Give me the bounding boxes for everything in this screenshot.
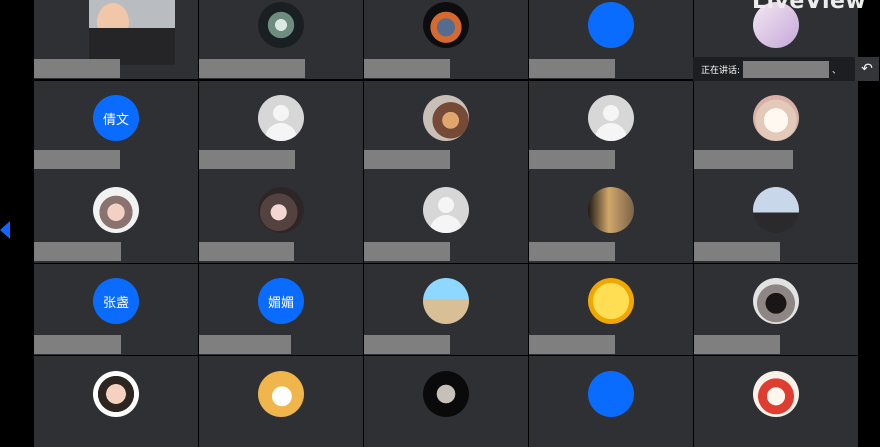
participant-tile[interactable] xyxy=(529,81,693,172)
participant-name-mask xyxy=(199,242,294,261)
participant-name-mask xyxy=(364,335,450,354)
participant-avatar xyxy=(423,187,469,233)
participant-video xyxy=(89,0,175,65)
participant-avatar xyxy=(588,371,634,417)
participant-name-mask xyxy=(199,150,295,169)
participant-tile[interactable] xyxy=(364,356,528,447)
participant-name-mask xyxy=(364,59,450,78)
participant-tile[interactable] xyxy=(364,264,528,355)
participant-avatar-label: 倩文 xyxy=(102,112,129,128)
participant-name-mask xyxy=(529,335,615,354)
participant-avatar xyxy=(258,2,304,48)
participant-avatar: 媚媚 xyxy=(258,278,304,324)
participant-avatar-label: 媚媚 xyxy=(267,295,294,311)
participant-avatar xyxy=(423,2,469,48)
participant-name-mask xyxy=(694,150,793,169)
participant-avatar xyxy=(753,187,799,233)
participant-avatar-label: 张盏 xyxy=(102,295,129,311)
speaking-name-mask xyxy=(743,60,830,78)
participant-name-mask xyxy=(34,242,121,261)
participant-tile[interactable] xyxy=(529,356,693,447)
participant-avatar xyxy=(93,371,139,417)
participant-avatar xyxy=(423,371,469,417)
participant-tile[interactable] xyxy=(199,0,363,79)
exit-icon[interactable]: ↶ xyxy=(855,57,879,81)
participant-tile[interactable] xyxy=(34,172,198,263)
participant-name-mask xyxy=(364,150,450,169)
participant-avatar xyxy=(588,2,634,48)
participant-tile[interactable] xyxy=(199,81,363,172)
participant-tile[interactable] xyxy=(364,172,528,263)
participant-avatar xyxy=(423,278,469,324)
previous-page-arrow-icon[interactable] xyxy=(0,221,10,239)
speaking-label: 正在讲话: xyxy=(701,65,741,76)
participant-name-mask xyxy=(529,59,615,78)
participant-avatar xyxy=(588,278,634,324)
participant-tile[interactable] xyxy=(364,0,528,79)
participant-avatar xyxy=(588,95,634,141)
participant-avatar xyxy=(588,187,634,233)
participant-name-mask xyxy=(34,150,120,169)
participant-tile[interactable] xyxy=(529,172,693,263)
participant-tile[interactable] xyxy=(199,356,363,447)
participant-tile[interactable] xyxy=(529,264,693,355)
participant-avatar: 倩文 xyxy=(93,95,139,141)
participant-tile[interactable] xyxy=(694,81,858,172)
participant-tile[interactable] xyxy=(34,356,198,447)
participant-tile[interactable] xyxy=(694,264,858,355)
participant-avatar xyxy=(93,187,139,233)
participant-avatar xyxy=(753,95,799,141)
speaking-separator: 、 xyxy=(832,65,842,76)
participant-avatar xyxy=(753,371,799,417)
participant-tile[interactable] xyxy=(199,172,363,263)
participant-name-mask xyxy=(364,242,450,261)
participant-name-mask xyxy=(199,335,291,354)
speaking-indicator: 正在讲话: 、 ↶ xyxy=(693,57,879,81)
participant-avatar xyxy=(258,187,304,233)
participant-name-mask xyxy=(694,242,780,261)
participant-avatar xyxy=(753,278,799,324)
participant-tile[interactable]: 倩文 xyxy=(34,81,198,172)
participant-avatar: 张盏 xyxy=(93,278,139,324)
participant-name-mask xyxy=(34,335,121,354)
participant-tile[interactable] xyxy=(694,356,858,447)
participant-tile[interactable]: 张盏 xyxy=(34,264,198,355)
participant-name-mask xyxy=(34,59,120,78)
participant-tile[interactable]: 媚媚 xyxy=(199,264,363,355)
participant-tile[interactable] xyxy=(364,81,528,172)
participant-tile[interactable] xyxy=(529,0,693,79)
participant-avatar xyxy=(258,371,304,417)
participant-tile[interactable] xyxy=(694,172,858,263)
brand-logo: LiveView xyxy=(752,0,867,14)
participant-name-mask xyxy=(199,59,305,78)
participant-avatar xyxy=(258,95,304,141)
participant-name-mask xyxy=(529,150,615,169)
participant-name-mask xyxy=(529,242,615,261)
participant-name-mask xyxy=(694,335,780,354)
participant-tile[interactable] xyxy=(34,0,198,79)
participant-avatar xyxy=(423,95,469,141)
